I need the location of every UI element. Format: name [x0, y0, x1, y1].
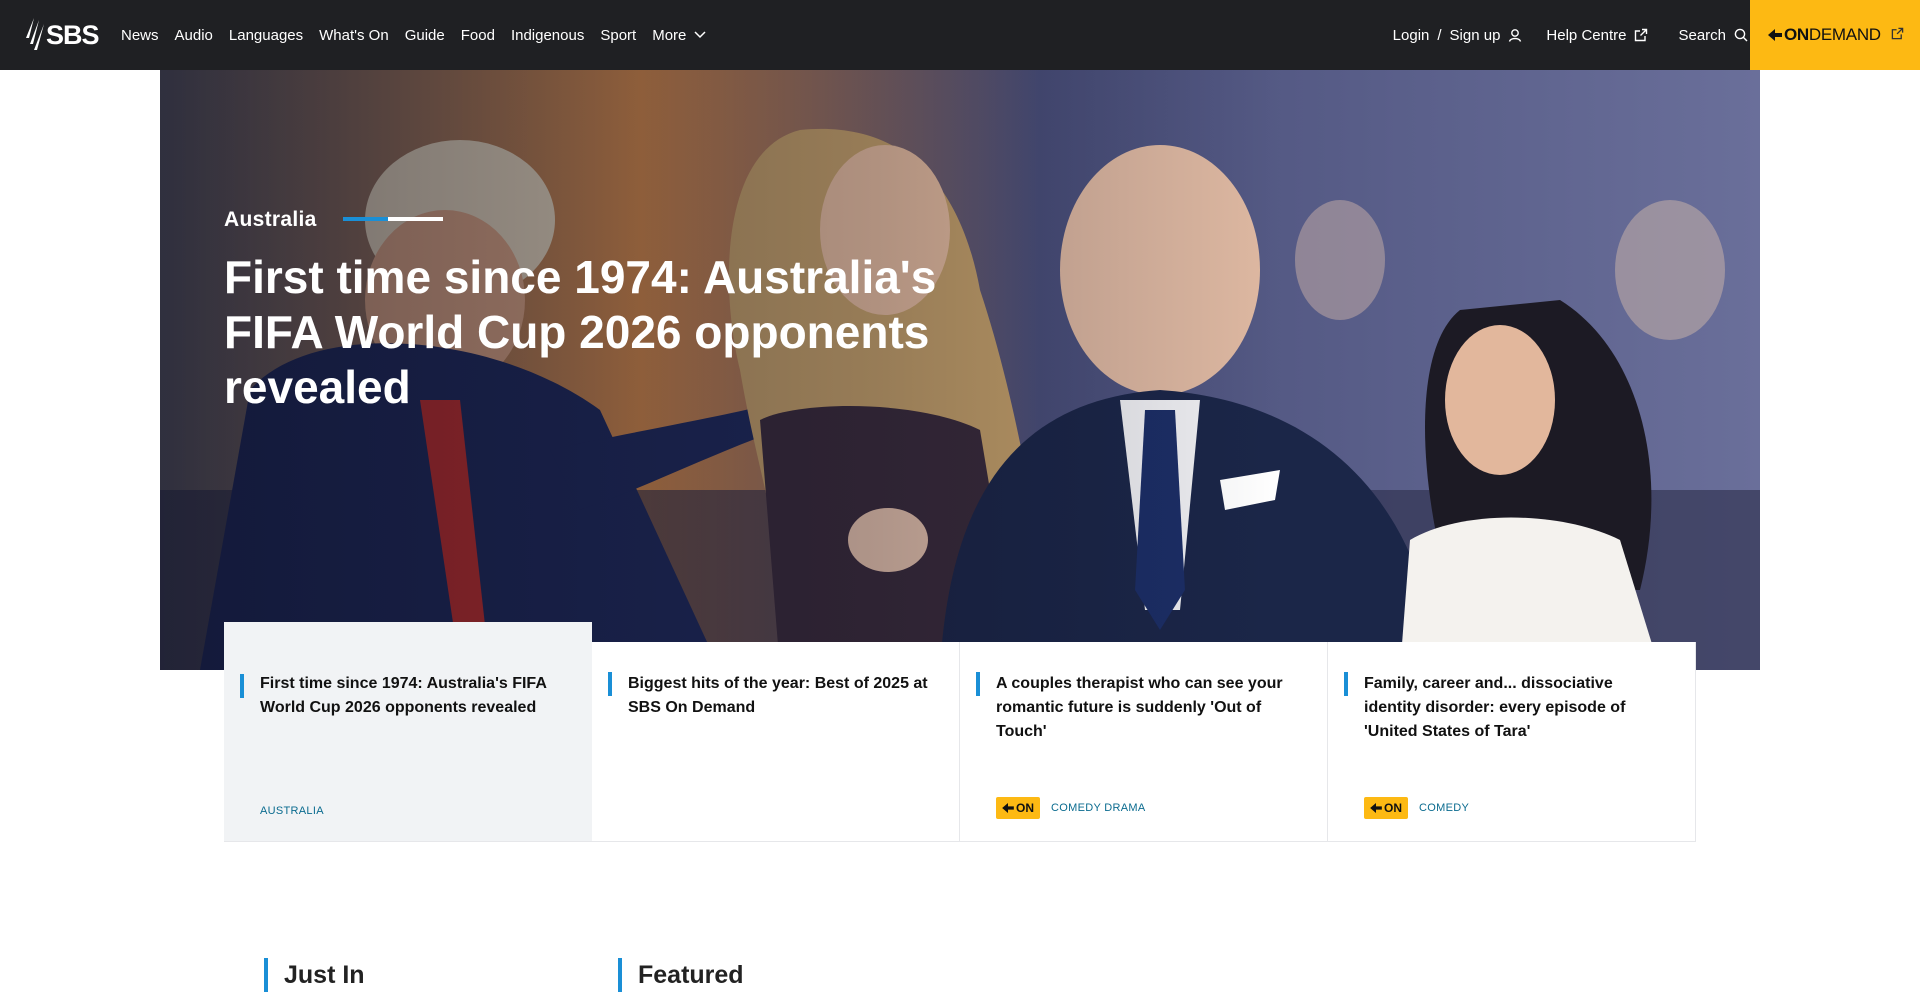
nav-food[interactable]: Food	[461, 27, 495, 44]
search-label: Search	[1678, 26, 1726, 44]
carousel-card-4[interactable]: Family, career and... dissociative ident…	[1328, 642, 1696, 842]
slide-progress-fill	[343, 217, 388, 221]
section-accent-bar	[264, 958, 268, 992]
card-accent-bar	[608, 672, 612, 696]
carousel-card-2[interactable]: Biggest hits of the year: Best of 2025 a…	[592, 642, 960, 842]
login-separator: /	[1437, 26, 1442, 44]
login-link[interactable]: Login	[1393, 27, 1430, 44]
just-in-heading: Just In	[264, 958, 365, 992]
ondemand-play-icon	[1768, 29, 1782, 41]
external-link-icon	[1891, 27, 1904, 40]
card-title: A couples therapist who can see your rom…	[996, 675, 1283, 740]
card-footer: AUSTRALIA	[260, 805, 324, 817]
ondemand-play-icon	[1002, 803, 1014, 813]
card-tag[interactable]: COMEDY DRAMA	[1051, 802, 1145, 814]
nav-whats-on[interactable]: What's On	[319, 27, 389, 44]
hero-category[interactable]: Australia	[224, 208, 317, 232]
signup-link[interactable]: Sign up	[1450, 27, 1523, 44]
carousel-card-1[interactable]: First time since 1974: Australia's FIFA …	[224, 622, 592, 842]
nav-more[interactable]: More	[652, 27, 706, 44]
just-in-title: Just In	[284, 960, 365, 989]
card-accent-bar	[240, 674, 244, 698]
featured-heading: Featured	[618, 958, 744, 992]
signup-label: Sign up	[1449, 26, 1501, 44]
slide-progress	[343, 217, 443, 221]
user-icon	[1509, 29, 1522, 42]
card-tag[interactable]: AUSTRALIA	[260, 805, 324, 817]
nav-audio[interactable]: Audio	[175, 27, 213, 44]
ondemand-play-icon	[1370, 803, 1382, 813]
search-button[interactable]: Search	[1678, 27, 1748, 44]
card-footer: ON COMEDY	[1364, 797, 1469, 819]
ondemand-prefix: ON	[1784, 25, 1809, 44]
external-link-icon	[1635, 28, 1648, 42]
chevron-down-icon	[694, 31, 706, 39]
card-tag[interactable]: COMEDY	[1419, 802, 1469, 814]
nav-more-label: More	[652, 26, 687, 44]
nav-news[interactable]: News	[121, 27, 159, 44]
ondemand-suffix: DEMAND	[1808, 25, 1881, 44]
card-title: Biggest hits of the year: Best of 2025 a…	[628, 675, 928, 716]
hero-banner[interactable]: Australia First time since 1974: Austral…	[160, 70, 1760, 670]
ondemand-badge-icon: ON	[996, 797, 1040, 819]
main-menu: News Audio Languages What's On Guide Foo…	[121, 0, 722, 70]
nav-sport[interactable]: Sport	[600, 27, 636, 44]
ondemand-label: ONDEMAND	[1784, 25, 1881, 45]
featured-title: Featured	[638, 960, 744, 989]
card-title: First time since 1974: Australia's FIFA …	[260, 675, 547, 716]
account-tools: Login / Sign up Help Centre Search	[1393, 0, 1748, 70]
sbs-wing-icon	[26, 18, 44, 50]
card-accent-bar	[1344, 672, 1348, 696]
card-footer: ON COMEDY DRAMA	[996, 797, 1145, 819]
help-centre-label: Help Centre	[1546, 26, 1627, 44]
top-navigation: SBS News Audio Languages What's On Guide…	[0, 0, 1920, 70]
carousel-card-3[interactable]: A couples therapist who can see your rom…	[960, 642, 1328, 842]
logo-text: SBS	[46, 19, 100, 50]
search-icon	[1734, 28, 1748, 42]
sbs-logo[interactable]: SBS	[22, 15, 100, 55]
help-centre-link[interactable]: Help Centre	[1546, 27, 1648, 44]
ondemand-badge-icon: ON	[1364, 797, 1408, 819]
card-accent-bar	[976, 672, 980, 696]
ondemand-badge-label: ON	[1016, 801, 1034, 815]
slide-progress-remaining	[388, 217, 443, 221]
nav-indigenous[interactable]: Indigenous	[511, 27, 584, 44]
hero-title[interactable]: First time since 1974: Australia's FIFA …	[224, 250, 944, 415]
ondemand-button[interactable]: ONDEMAND	[1750, 0, 1920, 70]
carousel-cards: First time since 1974: Australia's FIFA …	[224, 622, 1696, 842]
nav-guide[interactable]: Guide	[405, 27, 445, 44]
section-accent-bar	[618, 958, 622, 992]
nav-languages[interactable]: Languages	[229, 27, 303, 44]
card-title: Family, career and... dissociative ident…	[1364, 675, 1626, 740]
ondemand-badge-label: ON	[1384, 801, 1402, 815]
